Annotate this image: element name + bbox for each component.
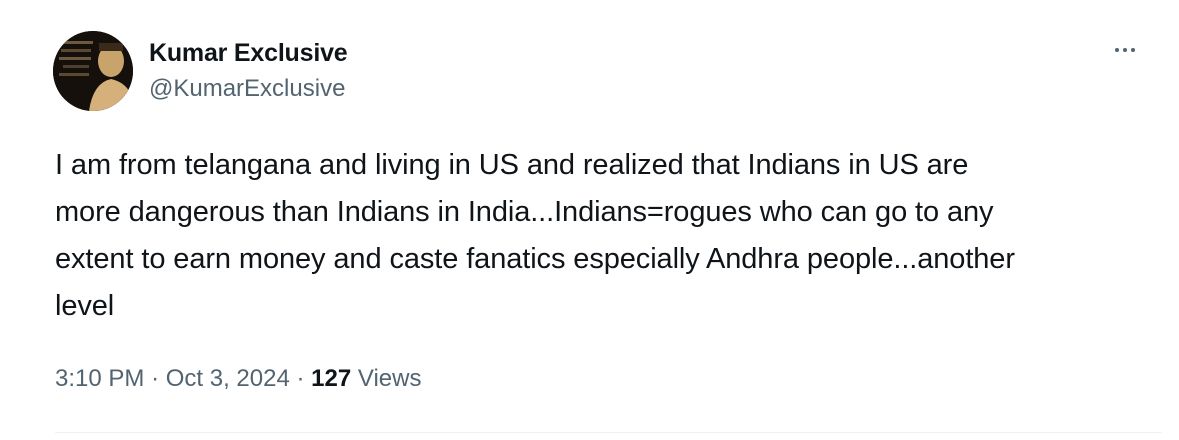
author-display-name[interactable]: Kumar Exclusive xyxy=(149,38,348,68)
views-link[interactable]: 127 Views xyxy=(311,365,421,392)
author-handle[interactable]: @KumarExclusive xyxy=(149,74,348,104)
avatar[interactable] xyxy=(53,31,133,111)
meta-separator: · xyxy=(151,365,160,392)
tweet-time[interactable]: 3:10 PM xyxy=(55,365,144,392)
tweet-card[interactable]: Kumar Exclusive @KumarExclusive I am fro… xyxy=(0,0,1179,440)
tweet-text: I am from telangana and living in US and… xyxy=(55,149,1015,322)
author-info: Kumar Exclusive @KumarExclusive xyxy=(149,38,348,104)
more-horizontal-icon xyxy=(1115,48,1119,52)
views-label: Views xyxy=(357,365,422,392)
meta-separator: · xyxy=(296,365,305,392)
views-count: 127 xyxy=(311,365,352,392)
divider xyxy=(55,432,1162,433)
tweet-metadata: 3:10 PM · Oct 3, 2024 · 127 Views xyxy=(55,363,421,395)
avatar-image xyxy=(53,31,133,111)
tweet-date[interactable]: Oct 3, 2024 xyxy=(166,365,290,392)
more-options-button[interactable] xyxy=(1105,30,1145,70)
